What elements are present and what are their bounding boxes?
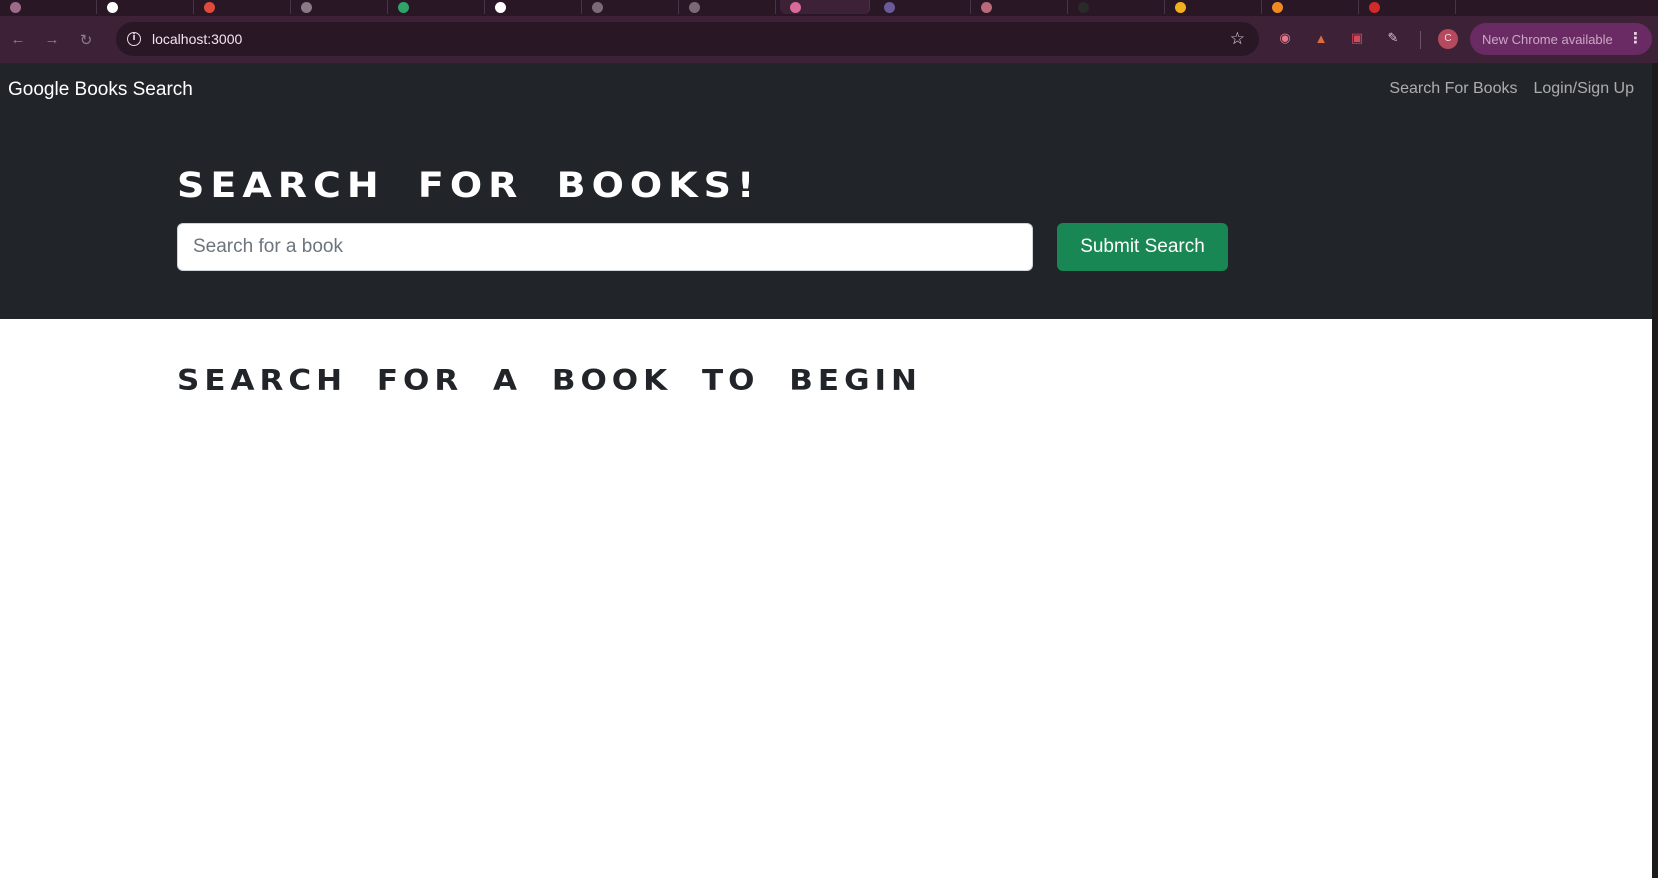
- bookmark-star-icon[interactable]: ☆: [1230, 29, 1245, 49]
- tab-favicon-icon: [1078, 1, 1089, 13]
- extension-icon[interactable]: ▲: [1312, 29, 1330, 47]
- reload-icon[interactable]: ↻: [71, 25, 101, 55]
- toolbar-divider: [1420, 31, 1421, 49]
- window-edge: [1652, 63, 1658, 878]
- tab-favicon-icon: [301, 1, 312, 13]
- tab-favicon-icon: [790, 1, 801, 13]
- browser-tab[interactable]: [679, 0, 776, 14]
- extension-icon[interactable]: ▣: [1348, 29, 1366, 47]
- browser-tab[interactable]: [388, 0, 485, 14]
- url-text[interactable]: localhost:3000: [152, 31, 242, 47]
- chrome-update-button[interactable]: New Chrome available ⋮: [1470, 23, 1652, 55]
- tab-favicon-icon: [204, 1, 215, 13]
- tab-strip: [0, 0, 1658, 16]
- browser-tab[interactable]: [874, 0, 971, 14]
- submit-search-button[interactable]: Submit Search: [1057, 223, 1228, 271]
- browser-tab[interactable]: [485, 0, 582, 14]
- update-label: New Chrome available: [1482, 31, 1613, 47]
- tab-favicon-icon: [1272, 1, 1283, 13]
- back-arrow-icon[interactable]: ←: [3, 25, 33, 55]
- browser-tab[interactable]: [0, 0, 97, 14]
- profile-avatar[interactable]: C: [1438, 29, 1458, 49]
- browser-toolbar: ← → ↻ i localhost:3000 ☆ ◉ ▲ ▣ ✎ C New C…: [0, 16, 1658, 63]
- tab-favicon-icon: [107, 1, 118, 13]
- browser-tab[interactable]: [582, 0, 679, 14]
- browser-tab[interactable]: [1165, 0, 1262, 14]
- tab-favicon-icon: [592, 1, 603, 13]
- extensions-puzzle-icon[interactable]: ✎: [1384, 29, 1402, 47]
- search-hero: Search for Books! Submit Search: [0, 119, 1652, 319]
- forward-arrow-icon[interactable]: →: [37, 25, 67, 55]
- browser-tab[interactable]: [194, 0, 291, 14]
- nav-link-search[interactable]: Search For Books: [1389, 80, 1517, 98]
- page-title: Search for Books!: [177, 165, 761, 206]
- browser-tab[interactable]: [1262, 0, 1359, 14]
- tab-favicon-icon: [495, 1, 506, 13]
- search-input[interactable]: [177, 223, 1033, 271]
- browser-tab[interactable]: [780, 0, 870, 14]
- brand-link[interactable]: Google Books Search: [8, 79, 193, 101]
- tab-favicon-icon: [10, 1, 21, 13]
- browser-tab[interactable]: [1068, 0, 1165, 14]
- tab-favicon-icon: [981, 1, 992, 13]
- nav-link-login[interactable]: Login/Sign Up: [1533, 80, 1634, 98]
- browser-tab[interactable]: [291, 0, 388, 14]
- extension-icon[interactable]: ◉: [1276, 29, 1294, 47]
- tab-favicon-icon: [1175, 1, 1186, 13]
- app-navbar: Google Books Search Search For Books Log…: [0, 63, 1652, 119]
- address-bar[interactable]: i localhost:3000 ☆: [116, 22, 1259, 56]
- site-info-icon[interactable]: i: [127, 32, 141, 46]
- tab-favicon-icon: [689, 1, 700, 13]
- tab-favicon-icon: [398, 1, 409, 13]
- browser-tab[interactable]: [1359, 0, 1456, 14]
- browser-tab[interactable]: [971, 0, 1068, 14]
- nav-links: Search For Books Login/Sign Up: [1389, 80, 1634, 98]
- tab-favicon-icon: [1369, 1, 1380, 13]
- kebab-menu-icon[interactable]: ⋮: [1628, 29, 1643, 47]
- results-heading: Search for a book to begin: [177, 364, 922, 398]
- tab-favicon-icon: [884, 1, 895, 13]
- browser-tab[interactable]: [97, 0, 194, 14]
- browser-window: ← → ↻ i localhost:3000 ☆ ◉ ▲ ▣ ✎ C New C…: [0, 0, 1658, 878]
